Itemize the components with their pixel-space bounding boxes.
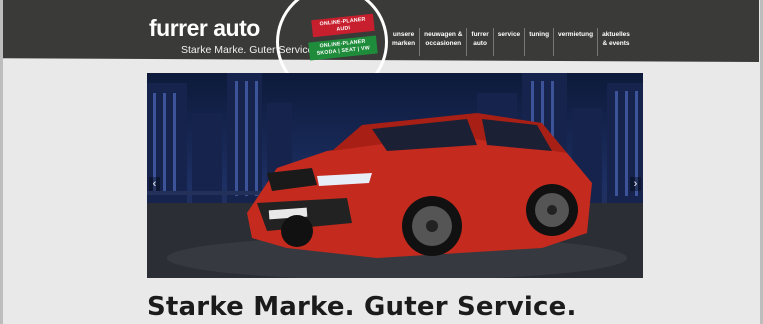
nav-label: occasionen <box>425 40 462 47</box>
nav-item-neuwagen-occasionen[interactable]: neuwagen & occasionen <box>419 28 466 56</box>
nav-item-service[interactable]: service <box>492 28 524 56</box>
nav-item-furrer-auto[interactable]: furrer auto <box>466 28 492 56</box>
main-nav: unsere marken neuwagen & occasionen furr… <box>388 28 634 56</box>
slider-next-arrow[interactable]: › <box>630 177 641 191</box>
nav-item-tuning[interactable]: tuning <box>524 28 553 56</box>
hero-slider[interactable]: ‹ › <box>147 73 643 278</box>
brand-name: furrer auto <box>149 15 260 41</box>
nav-label: neuwagen & <box>424 31 463 38</box>
nav-label: service <box>497 31 521 38</box>
nav-item-aktuelles-events[interactable]: aktuelles & events <box>597 28 634 56</box>
nav-item-vermietung[interactable]: vermietung <box>553 28 597 56</box>
slider-prev-arrow[interactable]: ‹ <box>149 177 160 191</box>
hero-image <box>147 73 643 278</box>
page-headline: Starke Marke. Guter Service. <box>147 292 577 322</box>
brand-tagline: Starke Marke. Guter Service. <box>181 44 317 56</box>
nav-label: vermietung <box>558 31 594 38</box>
nav-item-unsere-marken[interactable]: unsere marken <box>388 28 419 56</box>
nav-label: aktuelles <box>602 31 630 38</box>
site-header: furrer auto Starke Marke. Guter Service. <box>3 0 759 62</box>
brand-logo[interactable]: furrer auto Starke Marke. Guter Service. <box>149 15 316 56</box>
nav-label: furrer <box>471 31 489 38</box>
nav-label: marken <box>392 40 416 47</box>
nav-label: auto <box>473 40 487 47</box>
window-frame-left <box>0 0 3 324</box>
nav-label: tuning <box>529 31 550 38</box>
nav-label: unsere <box>392 31 415 38</box>
nav-label: & events <box>602 40 630 47</box>
